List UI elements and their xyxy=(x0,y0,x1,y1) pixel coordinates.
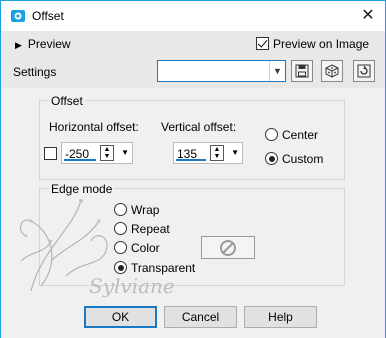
help-button[interactable]: Help xyxy=(244,306,317,328)
reset-icon xyxy=(357,64,371,78)
center-option[interactable]: Center xyxy=(265,128,318,142)
ok-button[interactable]: OK xyxy=(84,306,157,328)
preview-toggle[interactable]: ▶ Preview xyxy=(15,37,71,51)
preview-on-image-option[interactable]: Preview on Image xyxy=(256,37,369,51)
custom-option[interactable]: Custom xyxy=(265,152,323,166)
preview-on-image-label: Preview on Image xyxy=(273,37,370,51)
preview-label: Preview xyxy=(27,37,71,51)
horizontal-offset-underline xyxy=(64,159,96,161)
settings-label: Settings xyxy=(13,65,57,79)
horizontal-offset-label: Horizontal offset: xyxy=(49,120,139,134)
ok-label: OK xyxy=(111,310,130,324)
repeat-option[interactable]: Repeat xyxy=(114,222,170,236)
no-color-icon xyxy=(220,240,236,256)
vertical-offset-underline xyxy=(176,159,206,161)
preview-on-image-checkbox[interactable] xyxy=(256,37,269,50)
watermark-signature: Sylviane xyxy=(89,274,175,298)
up-down-arrows-icon[interactable]: ▲ ▼ xyxy=(210,145,224,161)
custom-radio[interactable] xyxy=(265,152,278,165)
transparent-label: Transparent xyxy=(131,261,196,275)
color-radio[interactable] xyxy=(114,241,127,254)
chevron-down-icon[interactable]: ▼ xyxy=(231,148,239,157)
dice-icon xyxy=(325,64,339,78)
reset-button[interactable] xyxy=(353,60,375,82)
center-radio[interactable] xyxy=(265,128,278,141)
horizontal-offset-spinner[interactable]: -250 ▲ ▼ ▼ xyxy=(61,142,133,164)
cancel-button[interactable]: Cancel xyxy=(164,306,237,328)
app-icon xyxy=(11,10,25,22)
help-label: Help xyxy=(268,310,293,324)
transparent-option[interactable]: Transparent xyxy=(114,261,195,275)
up-down-arrows-icon[interactable]: ▲ ▼ xyxy=(100,145,114,161)
chevron-down-icon[interactable]: ▼ xyxy=(121,148,129,157)
random-preset-button[interactable] xyxy=(321,60,343,82)
center-label: Center xyxy=(282,128,319,142)
cancel-label: Cancel xyxy=(181,310,220,324)
title-bar: Offset ✕ xyxy=(1,1,385,31)
chevron-down-icon[interactable]: ▼ xyxy=(269,61,285,81)
save-preset-button[interactable] xyxy=(291,60,313,82)
color-swatch[interactable] xyxy=(201,236,255,259)
offset-dialog: Offset ✕ ▶ Preview Preview on Image Setti… xyxy=(0,0,386,338)
expand-triangle-icon: ▶ xyxy=(15,40,22,50)
color-label: Color xyxy=(131,241,160,255)
wrap-radio[interactable] xyxy=(114,203,127,216)
window-title: Offset xyxy=(32,9,64,23)
offset-group-title: Offset xyxy=(49,94,85,108)
vertical-offset-spinner[interactable]: 135 ▲ ▼ ▼ xyxy=(173,142,243,164)
floppy-disk-icon xyxy=(295,64,309,78)
close-icon: ✕ xyxy=(361,7,375,24)
color-option[interactable]: Color xyxy=(114,241,160,255)
transparent-radio[interactable] xyxy=(114,261,127,274)
wrap-label: Wrap xyxy=(131,203,160,217)
custom-label: Custom xyxy=(282,152,324,166)
repeat-label: Repeat xyxy=(131,222,170,236)
wrap-option[interactable]: Wrap xyxy=(114,203,159,217)
vertical-offset-label: Vertical offset: xyxy=(161,120,237,134)
link-offsets-checkbox[interactable] xyxy=(44,147,57,160)
settings-dropdown[interactable]: ▼ xyxy=(157,60,286,82)
close-button[interactable]: ✕ xyxy=(355,3,381,29)
repeat-radio[interactable] xyxy=(114,222,127,235)
